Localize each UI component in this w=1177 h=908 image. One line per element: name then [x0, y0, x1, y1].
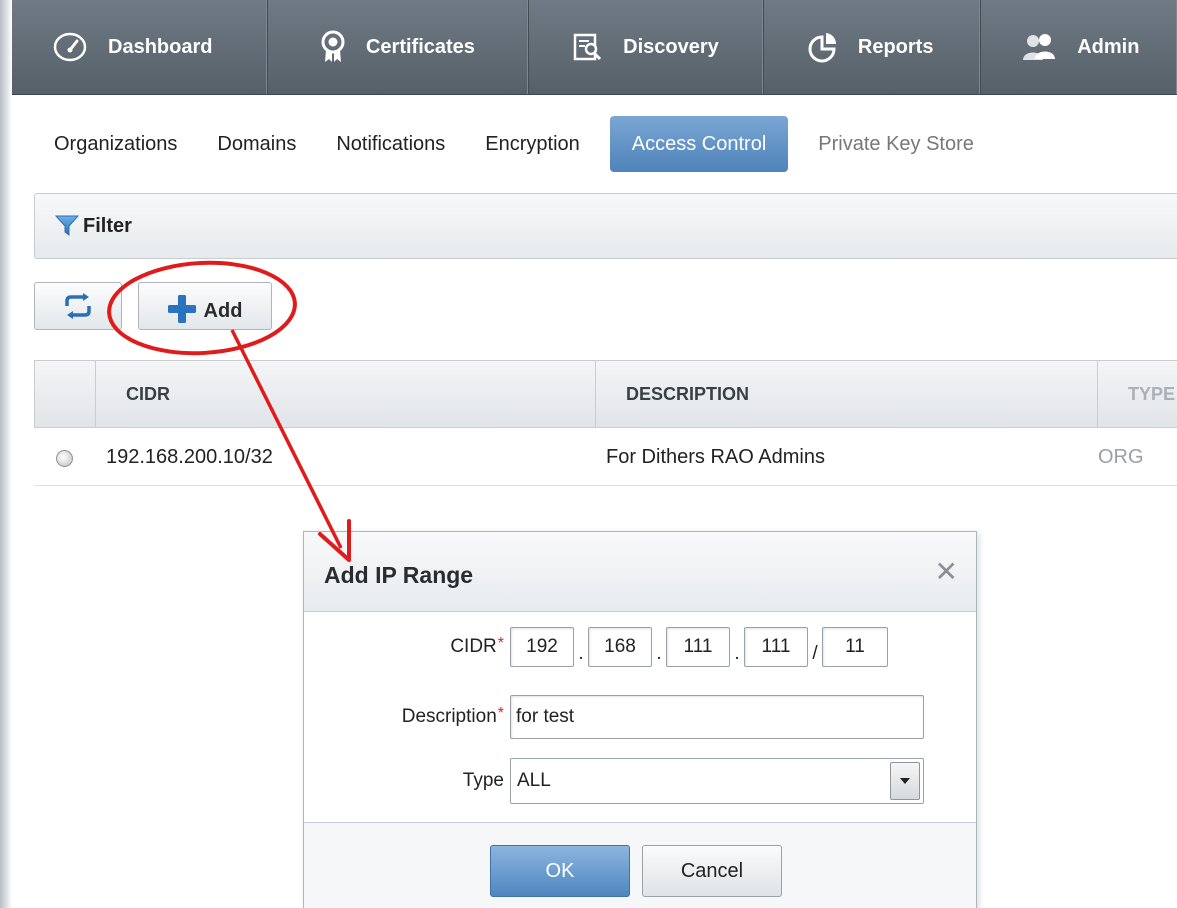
column-header-type[interactable]: TYPE: [1097, 361, 1177, 427]
tab-discovery[interactable]: Discovery: [529, 0, 764, 94]
subnav-notifications[interactable]: Notifications: [316, 116, 465, 172]
cidr-octet-2-field[interactable]: 168: [588, 627, 652, 667]
type-row: Type ALL: [424, 758, 924, 804]
funnel-icon: [55, 215, 79, 236]
cell-cidr: 192.168.200.10/32: [106, 445, 273, 468]
dialog-title: Add IP Range: [324, 562, 474, 588]
cidr-octet-3-field[interactable]: 111: [666, 627, 730, 667]
cell-type: ORG: [1098, 445, 1144, 468]
close-icon[interactable]: ✕: [935, 557, 958, 586]
add-ip-range-dialog: Add IP Range ✕ CIDR* 192 . 168 . 111 . 1…: [303, 531, 977, 908]
dialog-footer: OK Cancel: [304, 822, 976, 908]
tab-dashboard[interactable]: Dashboard: [12, 0, 268, 94]
filter-bar[interactable]: Filter: [34, 193, 1177, 259]
users-icon: [1023, 34, 1056, 60]
cancel-button[interactable]: Cancel: [642, 845, 782, 897]
subnav-private-key-store[interactable]: Private Key Store: [798, 116, 994, 172]
cidr-label: CIDR*: [450, 635, 504, 657]
tab-reports-label: Reports: [857, 35, 934, 58]
window-left-edge: [0, 0, 12, 908]
tab-certificates-label: Certificates: [365, 35, 475, 58]
description-field[interactable]: for test: [510, 695, 924, 739]
certificate-ribbon-icon: [321, 30, 345, 62]
cidr-octet-4-field[interactable]: 111: [744, 627, 808, 667]
required-asterisk: *: [497, 705, 504, 722]
cell-description: For Dithers RAO Admins: [606, 445, 825, 468]
type-select-value: ALL: [517, 770, 551, 791]
cidr-dot-separator: .: [656, 643, 662, 664]
subnav-access-control[interactable]: Access Control: [609, 116, 789, 172]
table-header: CIDR DESCRIPTION TYPE: [34, 360, 1177, 428]
filter-label: Filter: [83, 214, 132, 237]
ok-button[interactable]: OK: [490, 845, 630, 897]
type-label: Type: [462, 770, 504, 791]
tab-reports[interactable]: Reports: [764, 0, 982, 94]
top-navigation: Dashboard Certificates Discovery Reports: [12, 0, 1177, 95]
refresh-button[interactable]: [34, 282, 122, 330]
sub-navigation: Organizations Domains Notifications Encr…: [54, 116, 994, 172]
dialog-header: Add IP Range ✕: [304, 532, 976, 612]
column-header-description[interactable]: DESCRIPTION: [595, 361, 1097, 427]
add-button[interactable]: Add: [138, 282, 272, 330]
description-label: Description*: [401, 705, 504, 727]
description-row: Description* for test: [371, 695, 924, 739]
cidr-row: CIDR* 192 . 168 . 111 . 111 / 11: [424, 627, 888, 667]
cidr-slash-separator: /: [812, 643, 818, 664]
subnav-encryption[interactable]: Encryption: [465, 116, 600, 172]
subnav-domains[interactable]: Domains: [197, 116, 316, 172]
select-arrow-button[interactable]: [890, 762, 920, 800]
subnav-organizations[interactable]: Organizations: [54, 116, 197, 172]
cidr-octet-1-field[interactable]: 192: [510, 627, 574, 667]
tab-discovery-label: Discovery: [623, 35, 719, 58]
cidr-dot-separator: .: [734, 643, 740, 664]
add-button-label: Add: [203, 299, 243, 322]
row-select-radio[interactable]: [56, 450, 73, 467]
speedometer-icon: [53, 32, 87, 62]
tab-certificates[interactable]: Certificates: [268, 0, 530, 94]
discovery-search-icon: [573, 33, 602, 61]
cidr-dot-separator: .: [578, 643, 584, 664]
column-header-cidr[interactable]: CIDR: [95, 361, 595, 427]
type-select[interactable]: ALL: [510, 758, 924, 804]
tab-admin-label: Admin: [1077, 35, 1140, 58]
pie-chart-icon: [808, 33, 836, 63]
required-asterisk: *: [497, 635, 504, 652]
cidr-mask-field[interactable]: 11: [822, 627, 888, 667]
plus-icon: [167, 295, 196, 323]
chevron-down-icon: [900, 778, 910, 784]
tab-dashboard-label: Dashboard: [108, 35, 213, 58]
tab-admin[interactable]: Admin: [981, 0, 1177, 94]
refresh-icon: [65, 293, 91, 319]
table-row[interactable]: 192.168.200.10/32 For Dithers RAO Admins…: [34, 428, 1177, 486]
